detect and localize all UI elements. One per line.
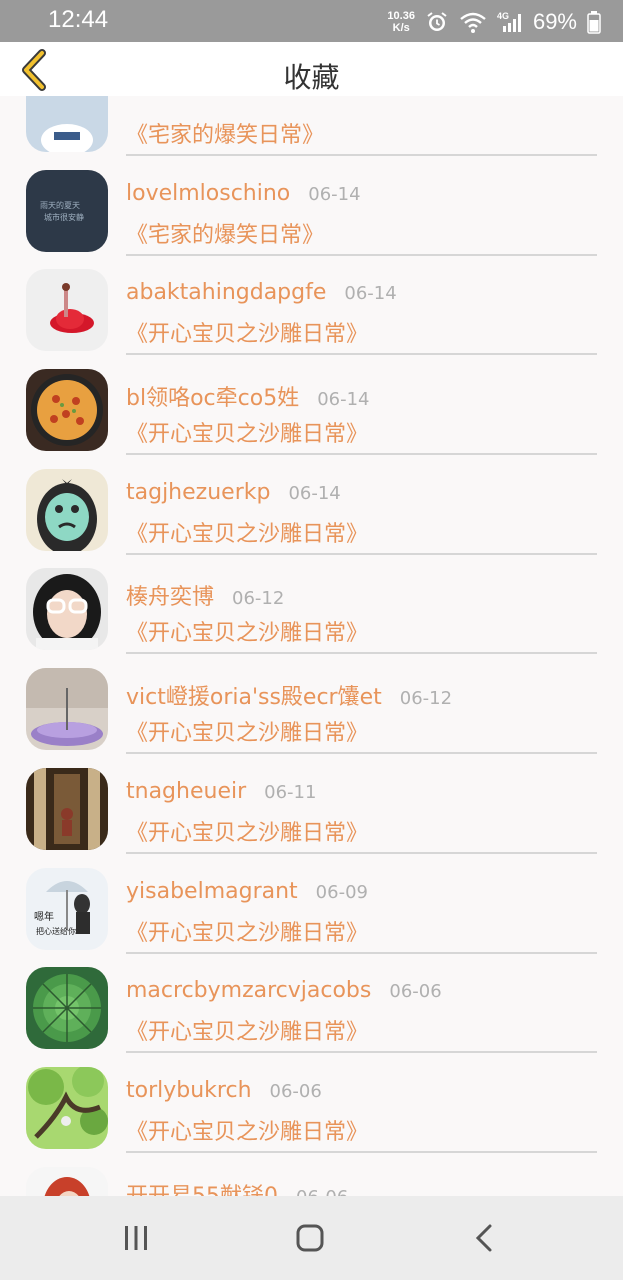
name-line: lovelmloschino 06-14 bbox=[126, 181, 361, 206]
favorite-date: 06-12 bbox=[399, 688, 453, 710]
name-line: vict嶝援oria'ss殿ecr馕et 06-12 bbox=[126, 679, 452, 711]
favorite-row[interactable]: abaktahingdapgfe 06-14 《开心宝贝之沙雕日常》 bbox=[0, 233, 623, 356]
svg-text:嗯年: 嗯年 bbox=[34, 910, 54, 923]
svg-text:4G: 4G bbox=[497, 11, 509, 21]
name-line: bl领咯oc牵co5姓 06-14 bbox=[126, 380, 370, 412]
favorite-date: 06-09 bbox=[315, 881, 368, 903]
favorite-date: 06-14 bbox=[344, 283, 397, 305]
favorite-row[interactable]: 雨天的夏天 城市很安静 lovelmloschino 06-14 《宅家的爆笑日常》 bbox=[0, 134, 623, 256]
favorite-date: 06-14 bbox=[308, 183, 361, 205]
favorite-row[interactable]: 《宅家的爆笑日常》 bbox=[0, 96, 623, 156]
favorite-date: 06-06 bbox=[296, 1187, 348, 1196]
favorite-date: 06-06 bbox=[269, 1080, 322, 1102]
user-name[interactable]: vict嶝援oria'ss殿ecr馕et bbox=[126, 679, 382, 711]
favorite-date: 06-12 bbox=[232, 588, 285, 610]
avatar[interactable] bbox=[26, 1166, 108, 1196]
signal-4g-icon: 4G bbox=[497, 10, 523, 34]
back-icon bbox=[475, 1224, 492, 1252]
status-icons: 10.36 K/s 4G 69% bbox=[387, 8, 601, 36]
favorite-row[interactable]: bl领咯oc牵co5姓 06-14 《开心宝贝之沙雕日常》 bbox=[0, 333, 623, 456]
favorite-row[interactable]: macrcbymzarcvjacobs 06-06 《开心宝贝之沙雕日常》 bbox=[0, 931, 623, 1054]
user-name[interactable]: 开开易55猷铩0 bbox=[126, 1178, 278, 1196]
nav-back-button[interactable] bbox=[455, 1216, 515, 1260]
favorite-row[interactable]: vict嶝援oria'ss殿ecr馕et 06-12 《开心宝贝之沙雕日常》 bbox=[0, 632, 623, 755]
favorite-row[interactable]: torlybukrch 06-06 《开心宝贝之沙雕日常》 bbox=[0, 1031, 623, 1153]
svg-text:雨天的夏天: 雨天的夏天 bbox=[40, 200, 80, 210]
battery-percent: 69% bbox=[532, 9, 577, 34]
name-line: tnagheueir 06-11 bbox=[126, 779, 316, 804]
network-speed-value: 10.36 bbox=[387, 10, 415, 22]
network-speed: 10.36 K/s bbox=[387, 10, 415, 34]
recents-button[interactable] bbox=[106, 1216, 166, 1260]
favorite-row[interactable]: tagjhezuerkp 06-14 《开心宝贝之沙雕日常》 bbox=[0, 433, 623, 555]
status-time: 12:44 bbox=[48, 6, 109, 33]
home-button[interactable] bbox=[280, 1216, 340, 1260]
user-name[interactable]: tagjhezuerkp bbox=[126, 480, 270, 505]
favorite-row[interactable]: tnagheueir 06-11 《开心宝贝之沙雕日常》 bbox=[0, 732, 623, 854]
status-bar: 12:44 10.36 K/s 4G 69% bbox=[0, 0, 623, 42]
network-speed-unit: K/s bbox=[392, 22, 410, 34]
user-name[interactable]: tnagheueir bbox=[126, 779, 246, 804]
user-name[interactable]: abaktahingdapgfe bbox=[126, 280, 326, 305]
name-line: abaktahingdapgfe 06-14 bbox=[126, 280, 397, 305]
home-icon bbox=[296, 1224, 324, 1252]
alarm-icon bbox=[425, 10, 449, 34]
name-line: tagjhezuerkp 06-14 bbox=[126, 480, 341, 505]
user-name[interactable]: torlybukrch bbox=[126, 1078, 252, 1103]
favorite-date: 06-14 bbox=[288, 482, 341, 504]
favorite-row[interactable]: 开开易55猷铩006-06《开心宝贝之沙雕日常》 bbox=[0, 1131, 623, 1196]
user-name[interactable]: lovelmloschino bbox=[126, 181, 290, 206]
navigation-bar bbox=[0, 1196, 623, 1280]
name-line: 楱舟奕博 06-12 bbox=[126, 579, 284, 611]
favorite-date: 06-14 bbox=[317, 389, 370, 411]
favorite-date: 06-06 bbox=[389, 981, 442, 1003]
name-line: macrcbymzarcvjacobs 06-06 bbox=[126, 978, 442, 1003]
app-header: 收藏 bbox=[0, 42, 623, 96]
user-name[interactable]: yisabelmagrant bbox=[126, 879, 298, 904]
favorite-row[interactable]: 嗯年 把心送给你 yisabelmagrant 06-09 《开心宝贝之沙雕日常》 bbox=[0, 832, 623, 954]
name-line: yisabelmagrant 06-09 bbox=[126, 879, 368, 904]
user-name[interactable]: macrcbymzarcvjacobs bbox=[126, 978, 371, 1003]
user-name[interactable]: bl领咯oc牵co5姓 bbox=[126, 380, 299, 412]
wifi-icon bbox=[459, 10, 487, 34]
recents-icon bbox=[125, 1226, 147, 1250]
page-title: 收藏 bbox=[283, 61, 340, 94]
favorites-list[interactable]: 《宅家的爆笑日常》 雨天的夏天 城市很安静 lovelmloschino 06-14 《宅… bbox=[0, 96, 623, 1196]
name-line: 开开易55猷铩0 06-06 bbox=[126, 1178, 348, 1196]
favorite-date: 06-11 bbox=[264, 781, 317, 803]
name-line: torlybukrch 06-06 bbox=[126, 1078, 322, 1103]
favorite-row[interactable]: 楱舟奕博 06-12 《开心宝贝之沙雕日常》 bbox=[0, 532, 623, 655]
svg-text:城市很安静: 城市很安静 bbox=[44, 212, 84, 222]
user-name[interactable]: 楱舟奕博 bbox=[126, 579, 214, 611]
avatar-image bbox=[26, 1166, 108, 1196]
battery-icon bbox=[587, 10, 601, 34]
